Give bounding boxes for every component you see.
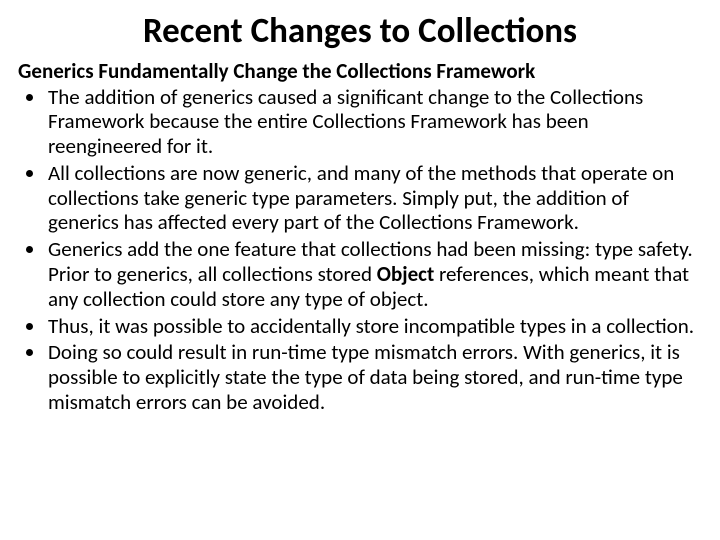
list-item: All collections are now generic, and man… [46, 161, 702, 235]
bullet-text: Thus, it was possible to accidentally st… [48, 313, 694, 339]
bullet-text: Doing so could result in run-time type m… [48, 339, 683, 415]
bullet-text: The addition of generics caused a signif… [48, 84, 643, 160]
list-item: Thus, it was possible to accidentally st… [46, 314, 702, 339]
list-item: The addition of generics caused a signif… [46, 85, 702, 159]
list-item: Doing so could result in run-time type m… [46, 340, 702, 414]
bullet-text: All collections are now generic, and man… [48, 160, 674, 236]
bullet-list: The addition of generics caused a signif… [18, 85, 702, 415]
slide-title: Recent Changes to Collections [18, 12, 702, 51]
bullet-bold: Object [377, 261, 434, 287]
slide: Recent Changes to Collections Generics F… [0, 0, 720, 540]
list-item: Generics add the one feature that collec… [46, 237, 702, 311]
slide-subhead: Generics Fundamentally Change the Collec… [18, 59, 702, 83]
